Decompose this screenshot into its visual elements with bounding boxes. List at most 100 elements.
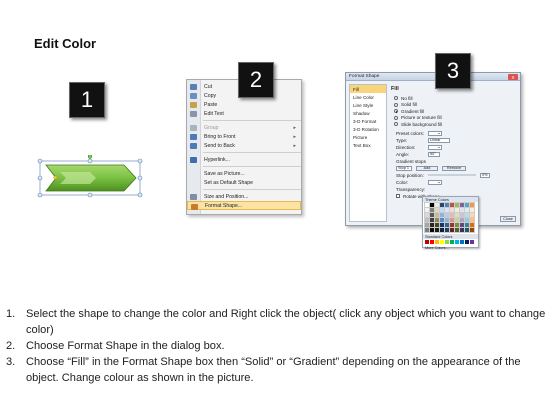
color-swatch[interactable]	[459, 202, 465, 208]
color-swatch[interactable]	[445, 240, 449, 244]
color-swatch[interactable]	[459, 222, 465, 228]
color-swatch[interactable]	[469, 222, 475, 228]
color-swatch[interactable]	[430, 240, 434, 244]
color-dropdown[interactable]	[428, 179, 442, 185]
color-swatch[interactable]	[444, 212, 450, 218]
remove-stop-button[interactable]: Remove	[442, 165, 466, 171]
menu-item-paste[interactable]: Paste	[187, 100, 301, 109]
angle-field[interactable]: 90°	[428, 151, 440, 157]
color-swatch[interactable]	[469, 202, 475, 208]
color-swatch[interactable]	[439, 202, 445, 208]
color-swatch[interactable]	[424, 227, 430, 233]
menu-item-edit-text[interactable]: Edit Text	[187, 109, 301, 118]
color-swatch[interactable]	[434, 207, 440, 213]
menu-item-send-to-back[interactable]: Send to Back ▸	[187, 141, 301, 150]
color-swatch[interactable]	[440, 240, 444, 244]
more-colors-link[interactable]: More Colors...	[423, 245, 478, 250]
color-swatch[interactable]	[424, 217, 430, 223]
type-select[interactable]: Linear	[428, 137, 450, 143]
color-swatch[interactable]	[444, 202, 450, 208]
color-swatch[interactable]	[454, 212, 460, 218]
color-swatch[interactable]	[434, 222, 440, 228]
color-swatch[interactable]	[444, 227, 450, 233]
color-swatch[interactable]	[464, 222, 470, 228]
color-swatch[interactable]	[469, 212, 475, 218]
color-swatch[interactable]	[424, 212, 430, 218]
nav-line-color[interactable]: Line Color	[350, 93, 386, 101]
color-swatch[interactable]	[464, 212, 470, 218]
color-swatch[interactable]	[455, 240, 459, 244]
color-swatch[interactable]	[444, 222, 450, 228]
color-swatch[interactable]	[454, 207, 460, 213]
color-swatch[interactable]	[454, 217, 460, 223]
color-swatch[interactable]	[444, 217, 450, 223]
nav-3d-format[interactable]: 3-D Format	[350, 117, 386, 125]
color-swatch[interactable]	[425, 240, 429, 244]
color-swatch[interactable]	[424, 202, 430, 208]
menu-item-format-shape[interactable]: Format Shape...	[187, 201, 301, 210]
menu-item-hyperlink[interactable]: Hyperlink...	[187, 155, 301, 164]
dialog-close-footer-button[interactable]: Close	[500, 216, 516, 222]
color-swatch[interactable]	[459, 217, 465, 223]
color-swatch[interactable]	[459, 207, 465, 213]
rotate-checkbox[interactable]	[396, 194, 400, 198]
nav-picture[interactable]: Picture	[350, 133, 386, 141]
color-swatch[interactable]	[424, 207, 430, 213]
color-swatch[interactable]	[439, 212, 445, 218]
menu-item-size-and-position[interactable]: Size and Position...	[187, 192, 301, 201]
color-swatch[interactable]	[464, 217, 470, 223]
color-swatch[interactable]	[429, 202, 435, 208]
color-swatch[interactable]	[434, 227, 440, 233]
color-swatch[interactable]	[439, 227, 445, 233]
color-swatch[interactable]	[454, 227, 460, 233]
color-swatch[interactable]	[459, 227, 465, 233]
nav-3d-rotation[interactable]: 3-D Rotation	[350, 125, 386, 133]
color-swatch[interactable]	[460, 240, 464, 244]
color-swatch[interactable]	[469, 207, 475, 213]
color-swatch[interactable]	[439, 222, 445, 228]
color-swatch[interactable]	[465, 240, 469, 244]
direction-dropdown[interactable]	[428, 144, 442, 150]
color-swatch[interactable]	[429, 227, 435, 233]
color-swatch[interactable]	[449, 212, 455, 218]
color-swatch[interactable]	[450, 240, 454, 244]
option-slide-background-fill[interactable]: Slide background fill	[391, 121, 518, 128]
color-swatch[interactable]	[454, 202, 460, 208]
color-swatch[interactable]	[449, 202, 455, 208]
color-swatch[interactable]	[424, 222, 430, 228]
stop-position-field[interactable]: 0%	[480, 172, 490, 178]
menu-item-save-as-picture[interactable]: Save as Picture...	[187, 169, 301, 178]
nav-line-style[interactable]: Line Style	[350, 101, 386, 109]
menu-item-bring-to-front[interactable]: Bring to Front ▸	[187, 132, 301, 141]
nav-shadow[interactable]: Shadow	[350, 109, 386, 117]
color-swatch[interactable]	[434, 217, 440, 223]
color-swatch[interactable]	[429, 212, 435, 218]
add-stop-button[interactable]: Add	[416, 165, 438, 171]
color-swatch[interactable]	[444, 207, 450, 213]
color-swatch[interactable]	[434, 202, 440, 208]
preset-colors-dropdown[interactable]	[428, 130, 442, 136]
selected-arrow-shape[interactable]	[36, 155, 146, 198]
color-swatch[interactable]	[459, 212, 465, 218]
color-swatch[interactable]	[435, 240, 439, 244]
color-swatch[interactable]	[429, 207, 435, 213]
color-swatch[interactable]	[449, 222, 455, 228]
color-swatch[interactable]	[469, 227, 475, 233]
color-swatch[interactable]	[469, 217, 475, 223]
color-swatch[interactable]	[429, 217, 435, 223]
color-swatch[interactable]	[464, 227, 470, 233]
color-swatch[interactable]	[434, 212, 440, 218]
color-swatch[interactable]	[439, 207, 445, 213]
color-swatch[interactable]	[449, 207, 455, 213]
menu-item-set-as-default-shape[interactable]: Set as Default Shape	[187, 178, 301, 187]
color-swatch[interactable]	[454, 222, 460, 228]
color-swatch[interactable]	[449, 217, 455, 223]
menu-item-group[interactable]: Group ▸	[187, 123, 301, 132]
color-swatch[interactable]	[449, 227, 455, 233]
color-swatch[interactable]	[470, 240, 474, 244]
color-swatch[interactable]	[439, 217, 445, 223]
color-swatch[interactable]	[464, 207, 470, 213]
nav-text-box[interactable]: Text Box	[350, 141, 386, 149]
stop-position-slider[interactable]	[428, 174, 476, 176]
color-swatch[interactable]	[464, 202, 470, 208]
